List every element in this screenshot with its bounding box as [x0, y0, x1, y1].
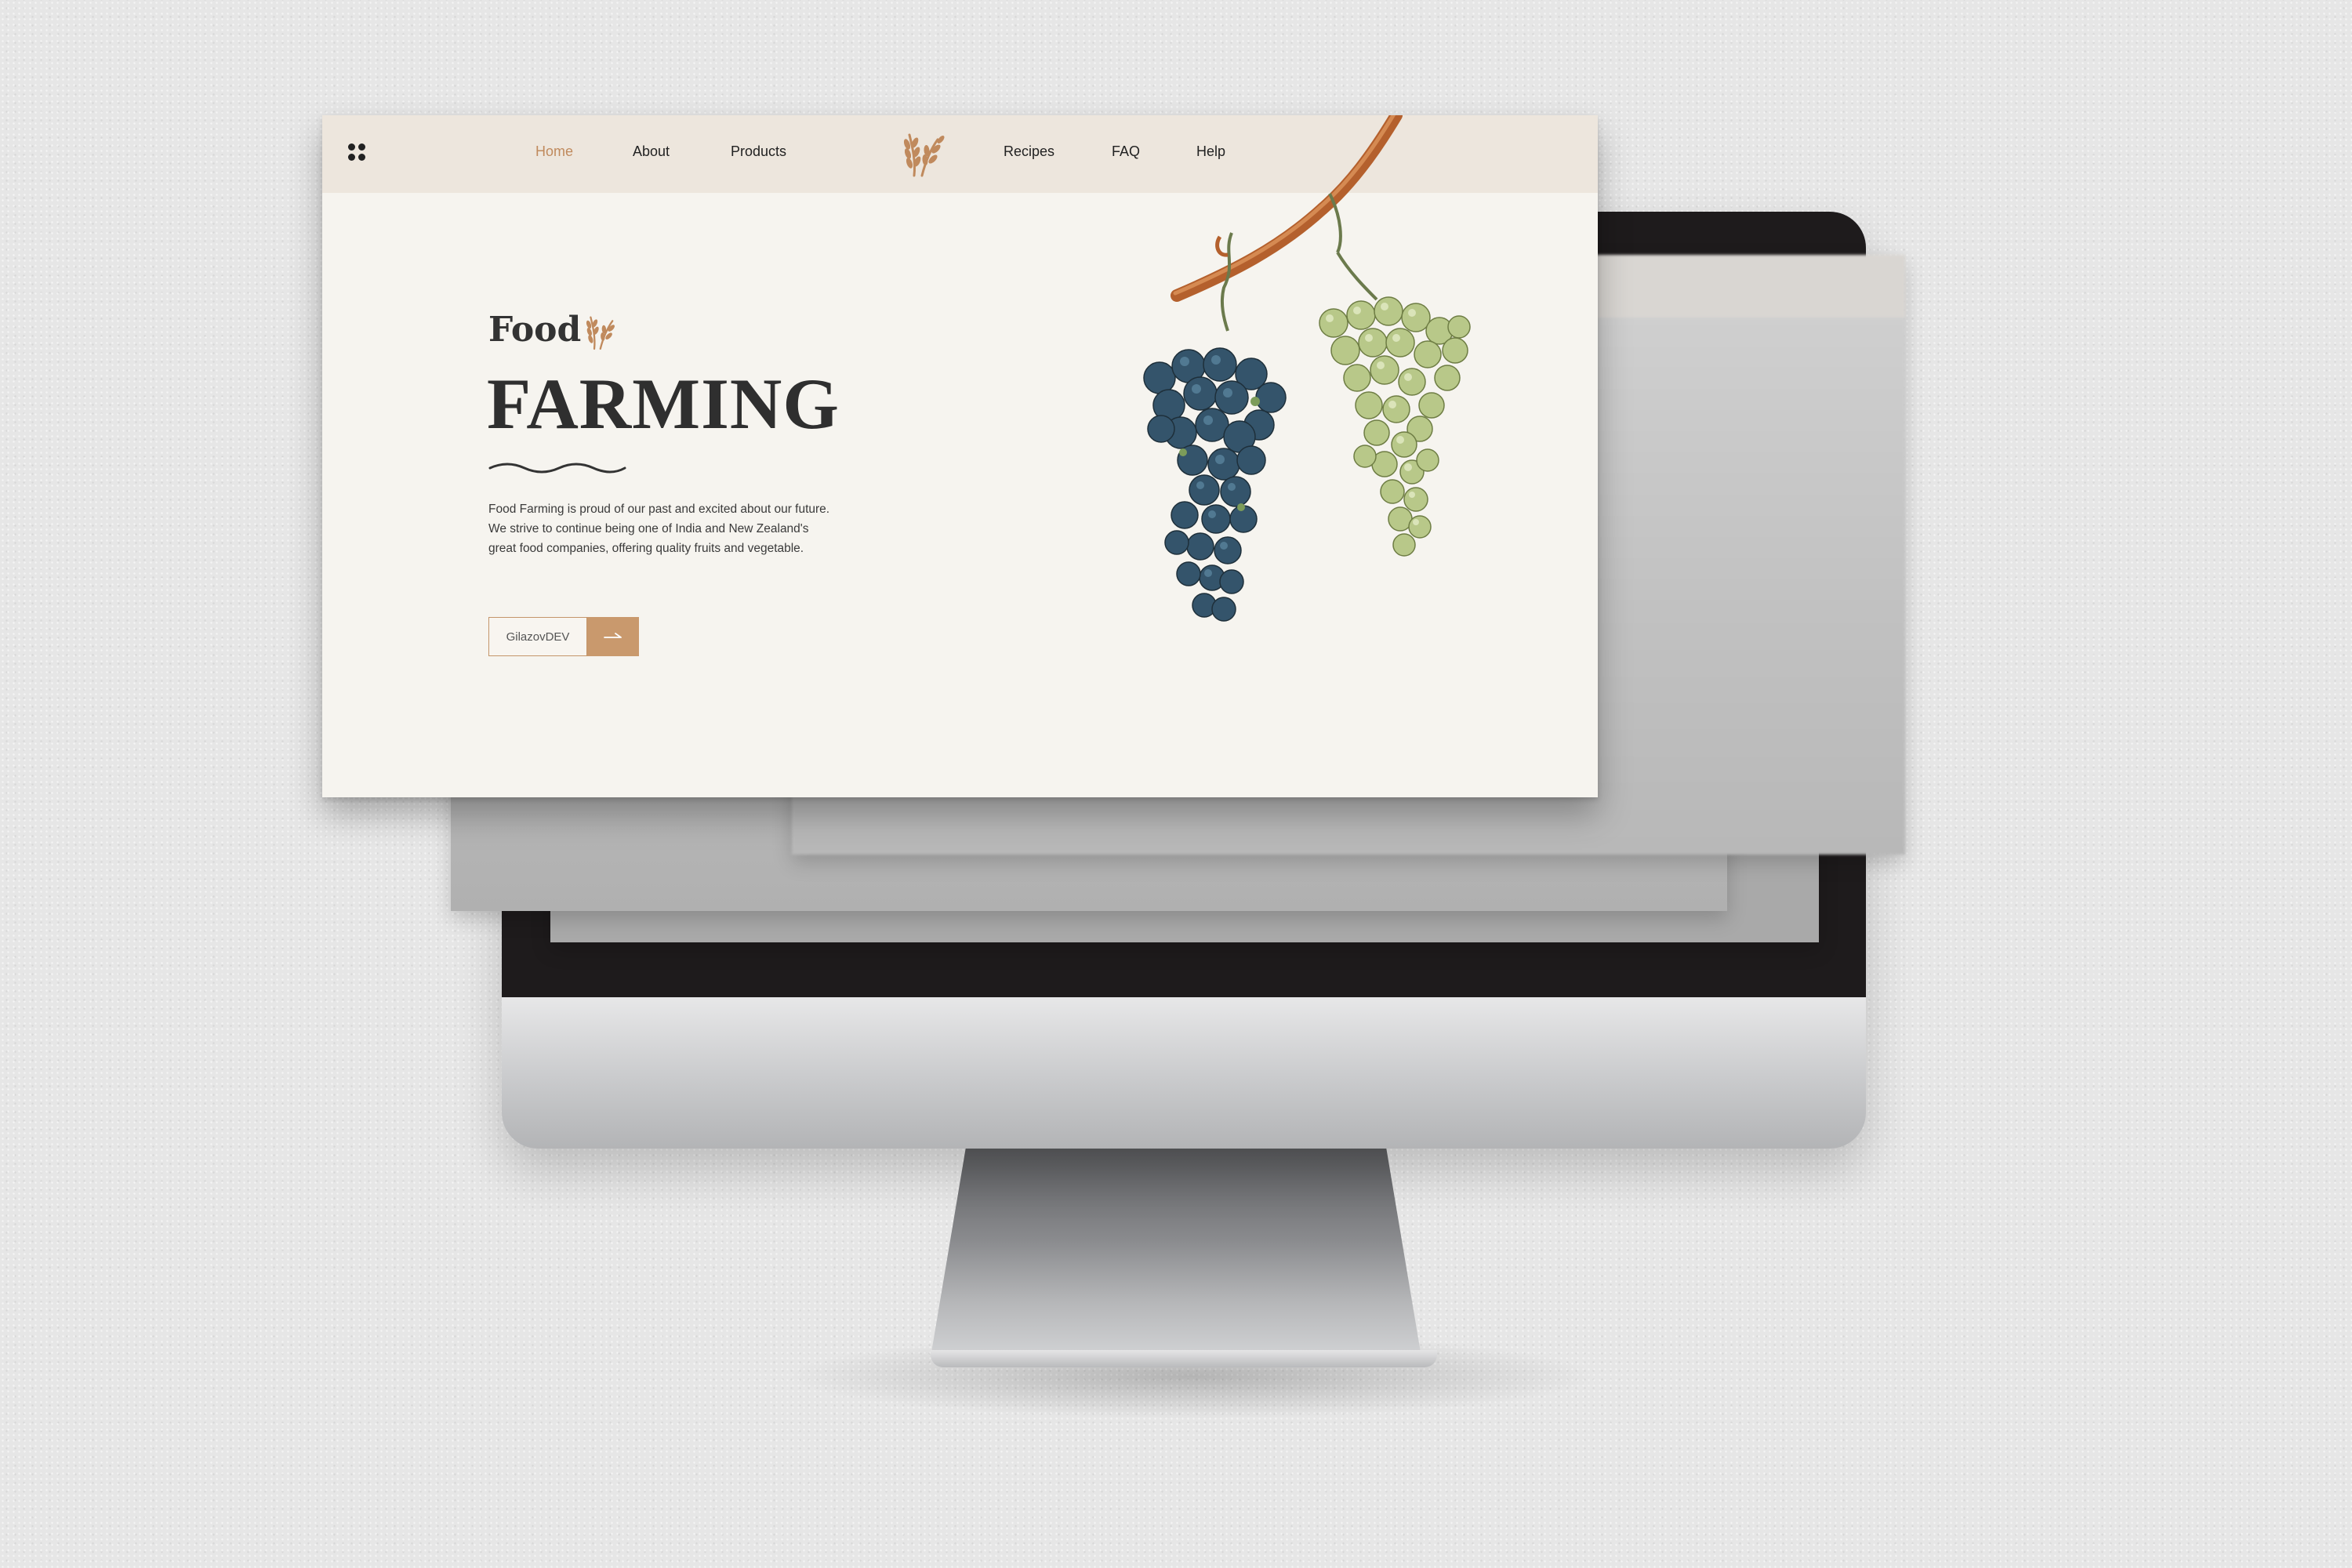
- hero-description: Food Farming is proud of our past and ex…: [488, 499, 896, 558]
- hero-eyebrow: Food: [488, 310, 582, 350]
- website-preview-card: Home About Products Recipes FAQ Help Foo…: [322, 115, 1598, 797]
- wheat-icon: [586, 316, 615, 350]
- monitor-stand-neck: [931, 1149, 1421, 1352]
- cta-label[interactable]: GilazovDEV: [488, 617, 587, 656]
- grapes-image: [1143, 115, 1471, 622]
- hero-description-line: Food Farming is proud of our past and ex…: [488, 503, 830, 516]
- monitor-chin: [502, 997, 1866, 1149]
- cta-button[interactable]: GilazovDEV: [488, 617, 639, 656]
- green-grape-bunch: [1319, 296, 1471, 557]
- hero-description-line: We strive to continue being one of India…: [488, 522, 809, 535]
- arrow-right-icon[interactable]: [587, 617, 639, 656]
- wave-divider: [488, 463, 626, 474]
- vine-branch: [1171, 115, 1403, 302]
- monitor-stand-foot: [931, 1350, 1437, 1367]
- hero-title: FARMING: [487, 364, 840, 444]
- hero-description-line: great food companies, offering quality f…: [488, 542, 804, 555]
- dark-grape-bunch: [1143, 347, 1287, 622]
